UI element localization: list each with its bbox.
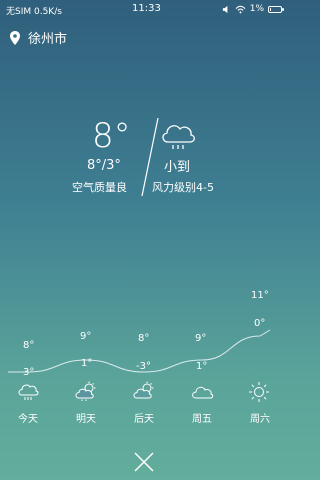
- battery-percent: 1%: [249, 4, 264, 14]
- high-label-0: 8°: [23, 340, 35, 351]
- status-bar: 无SIM 0.5K/s 11:33 1%: [0, 0, 288, 18]
- rain-cloud-icon: [162, 125, 195, 149]
- mute-icon: [222, 5, 228, 13]
- day-label-3: 周五: [192, 414, 212, 425]
- condition-text: 小到: [164, 160, 191, 175]
- wifi-icon: [235, 5, 246, 13]
- battery-icon: [268, 5, 284, 13]
- wind-level: 风力级别4-5: [152, 181, 214, 194]
- sun-icon: [249, 382, 269, 402]
- day-label-4: 周六: [250, 414, 270, 425]
- day-label-0: 今天: [18, 414, 38, 425]
- low-label-2: -3°: [136, 361, 151, 372]
- air-quality: 空气质量良: [72, 181, 127, 194]
- high-label-4: 11°: [251, 290, 269, 301]
- high-label-1: 9°: [80, 331, 92, 342]
- status-right-group: 1%: [222, 4, 284, 14]
- sun-cloud-icon: [75, 381, 96, 401]
- location-pin-icon: [10, 30, 20, 45]
- low-label-1: 1°: [81, 358, 93, 369]
- close-icon[interactable]: [132, 450, 156, 474]
- high-label-2: 8°: [138, 333, 150, 344]
- day-label-1: 明天: [76, 414, 96, 425]
- rain-cloud-icon: [18, 384, 39, 400]
- low-label-3: 1°: [196, 361, 208, 372]
- location-selector[interactable]: 徐州市: [10, 28, 67, 47]
- high-label-3: 9°: [195, 333, 207, 344]
- carrier-network-text: 无SIM 0.5K/s: [6, 7, 62, 17]
- temperature-range: 8°/3°: [87, 158, 121, 173]
- city-name: 徐州市: [28, 32, 68, 47]
- sun-cloud-icon: [133, 381, 154, 399]
- low-label-0: 3°: [23, 367, 35, 378]
- status-time: 11:33: [132, 3, 161, 14]
- cloud-icon: [192, 386, 214, 399]
- current-temperature: 8°: [92, 116, 131, 156]
- day-label-2: 后天: [134, 414, 154, 425]
- low-label-4: 0°: [254, 318, 266, 329]
